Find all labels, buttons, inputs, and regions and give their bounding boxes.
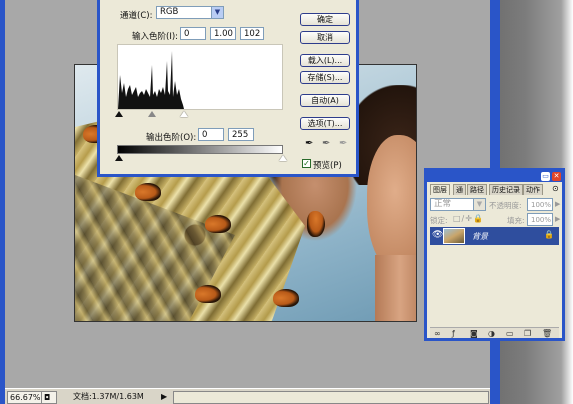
- input-gamma-field[interactable]: 1.00: [210, 27, 236, 40]
- layers-bottom-toolbar: ∞ ƒ ◙ ◑ ▭ ❐ 🗑: [430, 327, 559, 338]
- tab-actions[interactable]: 动作: [523, 184, 543, 195]
- histogram-graph: [118, 51, 184, 109]
- output-black-slider[interactable]: [115, 155, 123, 161]
- butterfly-image: [135, 183, 161, 201]
- input-levels-label: 输入色阶(I):: [132, 32, 179, 42]
- channel-select[interactable]: RGB ▼: [156, 6, 224, 19]
- gray-eyedropper-icon[interactable]: ✒: [322, 139, 330, 149]
- minimize-icon[interactable]: ▭: [541, 172, 550, 181]
- butterfly-image: [205, 215, 231, 233]
- output-levels-label: 输出色阶(O):: [146, 133, 197, 143]
- save-button[interactable]: 存储(S)...: [300, 71, 350, 84]
- layer-thumbnail: [443, 228, 465, 244]
- preview-checkbox[interactable]: ✓: [302, 159, 311, 168]
- fill-arrow-icon[interactable]: ▶: [555, 215, 560, 223]
- butterfly-image: [195, 285, 221, 303]
- close-icon[interactable]: ✕: [552, 172, 561, 181]
- face-shape: [367, 135, 416, 275]
- black-eyedropper-icon[interactable]: ✒: [305, 139, 313, 149]
- auto-button[interactable]: 自动(A): [300, 94, 350, 107]
- zoom-field[interactable]: 66.67%: [7, 391, 43, 404]
- tab-channels[interactable]: 通: [453, 184, 466, 195]
- opacity-label: 不透明度:: [489, 201, 522, 210]
- fx-icon[interactable]: ƒ: [452, 329, 455, 338]
- lock-label: 锁定:: [430, 216, 448, 225]
- levels-dialog: 通道(C): RGB ▼ 输入色阶(I): 0 1.00 102 输出色阶(O)…: [97, 0, 359, 177]
- opacity-field[interactable]: 100%: [527, 198, 553, 211]
- mask-icon[interactable]: ◙: [470, 329, 478, 338]
- layer-name: 背景: [472, 232, 488, 241]
- butterfly-image: [307, 211, 325, 237]
- tab-history[interactable]: 历史记录: [489, 184, 523, 195]
- opacity-arrow-icon[interactable]: ▶: [555, 200, 560, 208]
- chevron-down-icon[interactable]: ▼: [211, 7, 223, 18]
- input-gamma-slider[interactable]: [148, 111, 156, 117]
- ok-button[interactable]: 确定: [300, 13, 350, 26]
- adjustment-icon[interactable]: ◑: [488, 329, 495, 338]
- palette-menu-icon[interactable]: ⊙: [552, 184, 559, 193]
- output-white-slider[interactable]: [279, 155, 287, 161]
- load-button[interactable]: 载入(L)...: [300, 54, 350, 67]
- channel-value: RGB: [160, 7, 179, 17]
- histogram: [117, 44, 283, 110]
- output-gradient-bar: [117, 145, 283, 154]
- butterfly-image: [273, 289, 299, 307]
- tab-layers[interactable]: 图层: [430, 184, 450, 195]
- cancel-button[interactable]: 取消: [300, 31, 350, 44]
- status-arrow-icon[interactable]: ▶: [159, 391, 171, 402]
- palette-titlebar: ▭ ✕: [427, 171, 562, 182]
- output-black-field[interactable]: 0: [198, 128, 224, 141]
- eye-icon[interactable]: 👁: [432, 230, 443, 240]
- lock-options-icons[interactable]: □∕✛🔒: [453, 214, 484, 223]
- input-black-field[interactable]: 0: [180, 27, 206, 40]
- layer-row-background[interactable]: 👁 背景 🔒: [430, 227, 559, 245]
- input-black-slider[interactable]: [115, 111, 123, 117]
- blend-mode-select[interactable]: 正常 ▼: [430, 198, 486, 211]
- neck-shape: [375, 255, 416, 321]
- lock-icon: 🔒: [544, 230, 554, 239]
- group-icon[interactable]: ▭: [506, 329, 514, 338]
- new-layer-icon[interactable]: ❐: [524, 329, 531, 338]
- chevron-down-icon[interactable]: ▼: [473, 199, 485, 210]
- white-eyedropper-icon[interactable]: ✒: [339, 139, 347, 149]
- horizontal-scrollbar[interactable]: [173, 391, 489, 404]
- output-white-field[interactable]: 255: [228, 128, 254, 141]
- options-button[interactable]: 选项(T)...: [300, 117, 350, 130]
- preview-label: 预览(P): [313, 161, 342, 171]
- status-bar: 66.67% ◘ 文档:1.37M/1.63M ▶: [5, 388, 490, 404]
- input-white-field[interactable]: 102: [240, 27, 264, 40]
- input-white-slider[interactable]: [180, 111, 188, 117]
- blend-mode-value: 正常: [434, 199, 452, 209]
- channel-label: 通道(C):: [120, 11, 153, 21]
- tab-paths[interactable]: 路径: [467, 184, 487, 195]
- layers-palette: ▭ ✕ 图层 通 路径 历史记录 动作 ⊙ 正常 ▼ 不透明度: 100% ▶ …: [424, 168, 565, 341]
- trash-icon[interactable]: 🗑: [542, 329, 552, 338]
- fill-label: 填充:: [507, 216, 525, 225]
- fill-field[interactable]: 100%: [527, 213, 553, 226]
- link-icon[interactable]: ∞: [434, 329, 441, 338]
